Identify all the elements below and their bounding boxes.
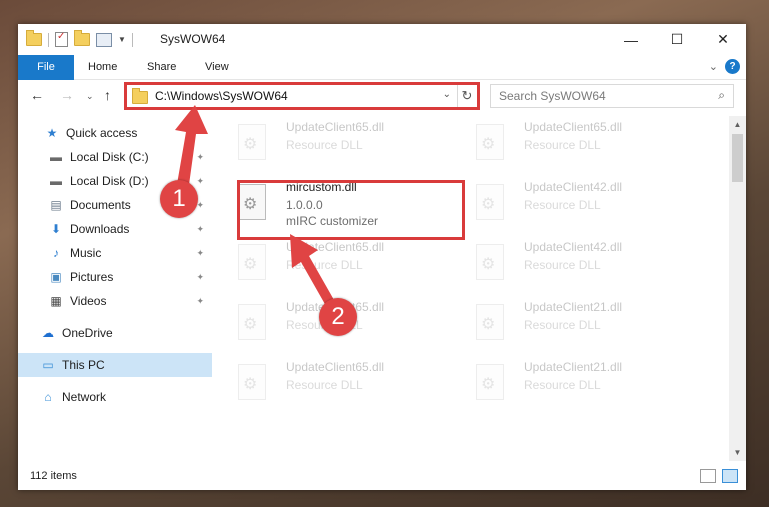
step-1-badge: 1	[160, 180, 198, 218]
arrow-2-icon	[290, 234, 334, 306]
annotation-arrows	[175, 105, 334, 306]
step-2-badge: 2	[319, 298, 357, 336]
arrow-1-icon	[175, 105, 208, 192]
